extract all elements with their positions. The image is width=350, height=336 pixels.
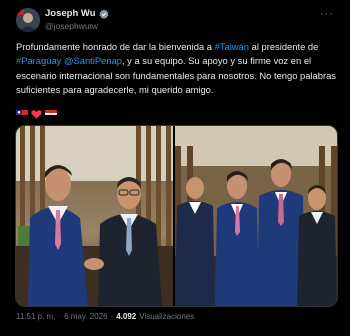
photo-handshake[interactable] — [16, 126, 173, 306]
red-heart-icon — [31, 106, 42, 124]
post-date[interactable]: 6 may. 2026 — [64, 312, 107, 321]
tweet-card: Joseph Wu @josephwutw ··· Profundamente … — [0, 0, 350, 336]
taiwan-flag-icon — [16, 106, 28, 115]
media-grid — [15, 125, 338, 307]
mention-link[interactable]: @SantiPenap — [64, 55, 122, 66]
emoji-row — [16, 106, 57, 124]
verified-badge-icon — [99, 9, 108, 19]
view-count: 4.092 — [116, 312, 137, 321]
hashtag-link[interactable]: #Paraguay — [16, 55, 61, 66]
author-name-row: Joseph Wu — [45, 8, 109, 19]
author-name[interactable]: Joseph Wu — [45, 8, 96, 19]
post-text: Profundamente honrado de dar la bienveni… — [16, 40, 338, 97]
meta-separator: · — [110, 312, 114, 321]
post-text-part: al presidente de — [249, 41, 319, 52]
paraguay-flag-icon — [45, 106, 57, 115]
post-meta: 11:51 p. m. · 6 may. 2026 · 4.092 Visual… — [16, 312, 194, 321]
hashtag-link[interactable]: #Taiwán — [215, 41, 249, 52]
author-handle[interactable]: @josephwutw — [45, 21, 98, 31]
post-time[interactable]: 11:51 p. m. — [16, 312, 55, 321]
more-options-icon[interactable]: ··· — [320, 9, 334, 20]
post-text-part: Profundamente honrado de dar la bienveni… — [16, 41, 215, 52]
photo-group[interactable] — [175, 126, 337, 306]
author-avatar[interactable] — [16, 8, 40, 32]
meta-separator: · — [58, 312, 62, 321]
views-label: Visualizaciones — [139, 312, 195, 321]
